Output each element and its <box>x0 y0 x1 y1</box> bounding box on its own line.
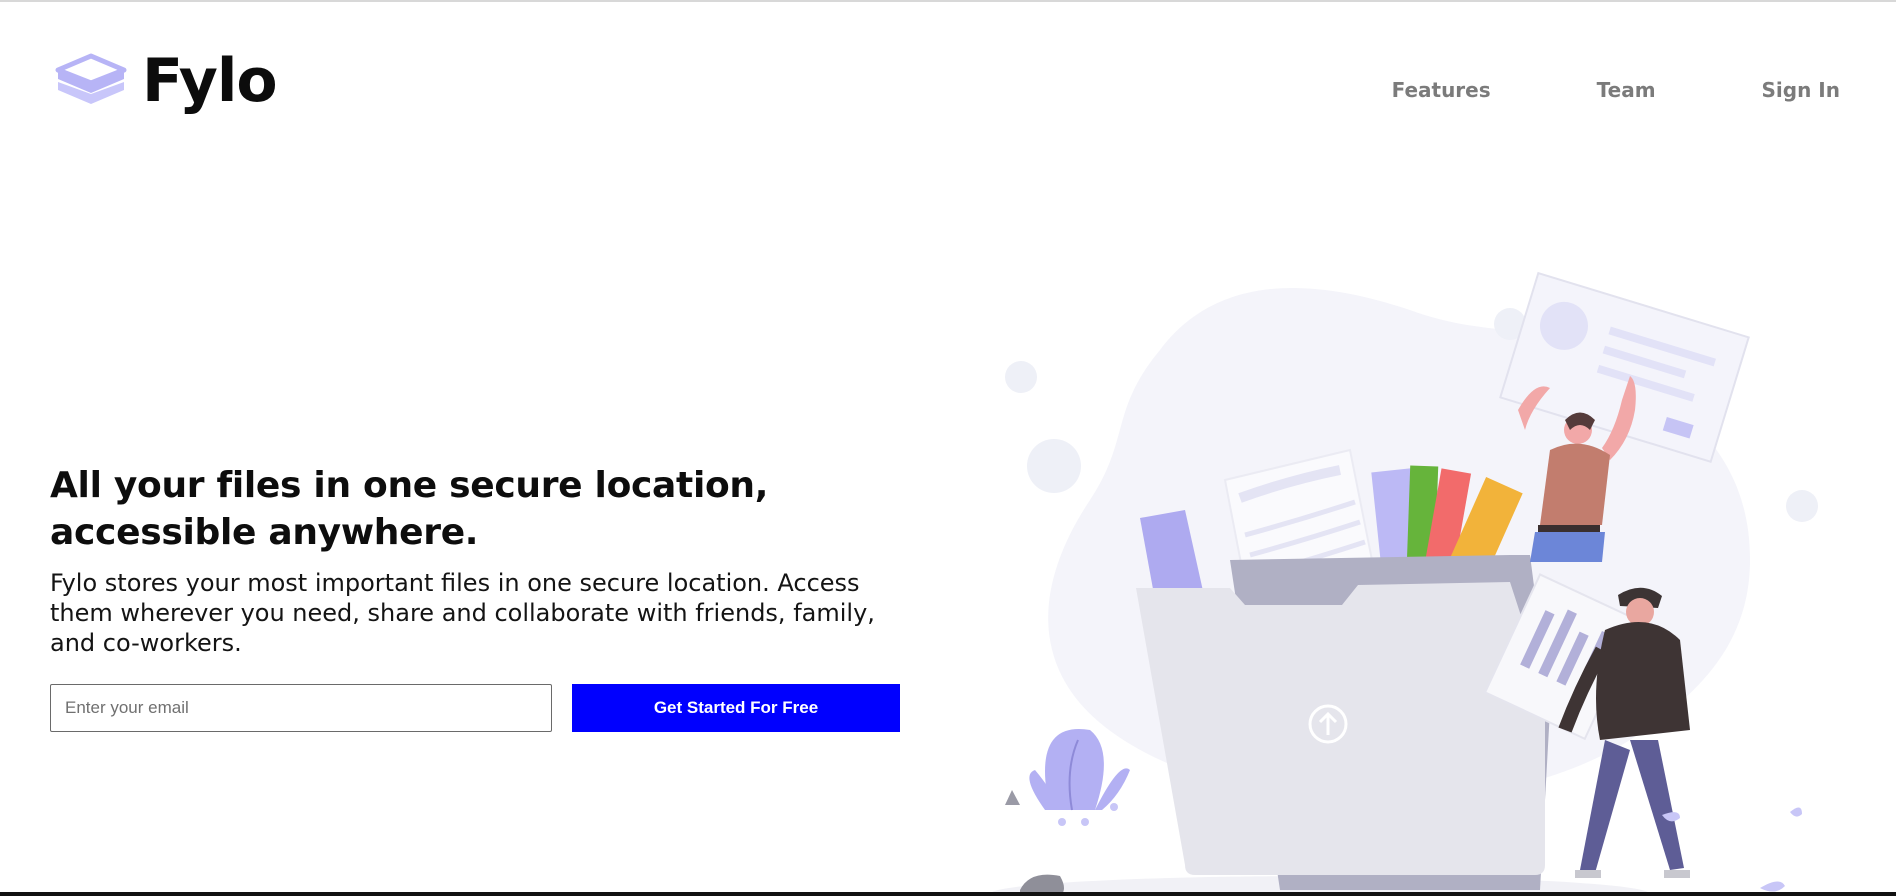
signup-form: Get Started For Free <box>50 684 900 732</box>
get-started-button[interactable]: Get Started For Free <box>572 684 900 732</box>
hero-illustration <box>990 271 1818 896</box>
leaf <box>1760 881 1785 892</box>
brand-logo[interactable]: Fylo <box>54 46 278 116</box>
nav-link-sign-in[interactable]: Sign In <box>1762 78 1840 102</box>
landing-page: Fylo Features Team Sign In All your file… <box>0 0 1896 896</box>
hero-description: Fylo stores your most important files in… <box>50 569 875 657</box>
hero-section: All your files in one secure location, a… <box>50 462 930 658</box>
nav-link-team[interactable]: Team <box>1597 78 1656 102</box>
hero-title-line-2: accessible anywhere. <box>50 512 479 553</box>
bottom-divider <box>0 892 1896 896</box>
top-divider <box>0 0 1896 2</box>
leaf <box>1790 807 1802 817</box>
email-input[interactable] <box>50 684 552 732</box>
folder-front <box>1136 582 1545 875</box>
hero-title-line-1: All your files in one secure location, <box>50 465 769 506</box>
floating-circle <box>1005 361 1037 393</box>
nav-link-features[interactable]: Features <box>1392 78 1491 102</box>
stacked-layers-icon <box>55 53 127 104</box>
plant <box>1005 729 1130 826</box>
brand-name: Fylo <box>142 46 278 116</box>
floating-circle <box>1027 439 1081 493</box>
floating-circle <box>1786 490 1818 522</box>
hero-title: All your files in one secure location, a… <box>50 462 930 556</box>
main-nav: Features Team Sign In <box>1392 78 1840 102</box>
